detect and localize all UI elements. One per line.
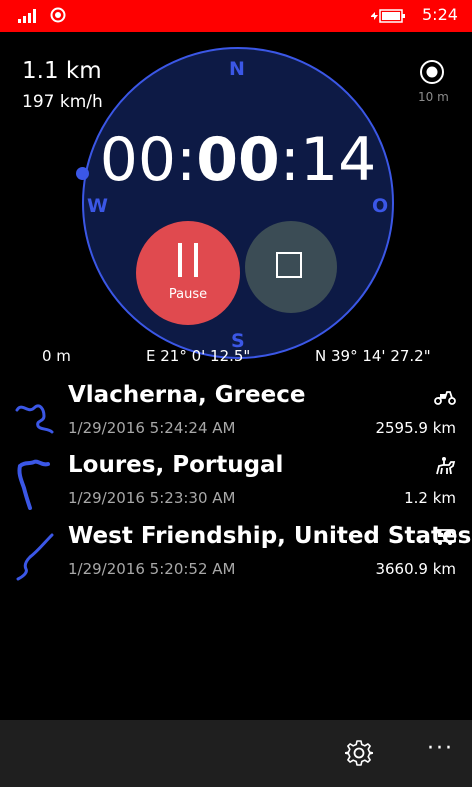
timestamp: 1/29/2016 5:20:52 AM	[68, 560, 236, 578]
timer-seconds: :14	[279, 125, 377, 195]
scooter-icon	[434, 391, 456, 405]
signal-strength-icon	[18, 9, 36, 23]
latitude-readout: N 39° 14' 27.2"	[315, 347, 431, 365]
route-distance: 2595.9 km	[375, 419, 456, 437]
status-bar: 5:24	[0, 0, 472, 32]
route-thumbnail-icon	[15, 404, 54, 434]
elapsed-timer: 00:00:14	[82, 130, 394, 190]
list-item[interactable]: Vlacherna, Greece 1/29/2016 5:24:24 AM 2…	[0, 380, 472, 450]
battery-charging-icon	[371, 9, 405, 23]
altitude-readout: 0 m	[42, 347, 71, 365]
pause-button[interactable]: Pause	[136, 221, 240, 325]
stop-icon	[276, 252, 302, 278]
horse-rider-icon	[436, 457, 456, 475]
timer-hours: 00:	[99, 125, 197, 195]
route-distance: 1.2 km	[404, 489, 456, 507]
list-item[interactable]: West Friendship, United States 1/29/2016…	[0, 521, 472, 591]
stop-button[interactable]	[245, 221, 337, 313]
distance-readout: 1.1 km	[22, 58, 102, 84]
app-bar: ···	[0, 720, 472, 787]
settings-gear-icon[interactable]	[345, 739, 373, 767]
gps-accuracy: 10 m	[418, 90, 449, 104]
route-thumbnail-icon	[17, 459, 50, 510]
more-options-button[interactable]: ···	[427, 736, 454, 761]
longitude-readout: E 21° 0' 12.5"	[146, 347, 251, 365]
route-distance: 3660.9 km	[375, 560, 456, 578]
compass-east: O	[372, 195, 389, 217]
route-thumbnail-icon	[16, 533, 54, 581]
timer-minutes: 00	[196, 125, 280, 195]
pause-icon	[178, 243, 198, 277]
place-name: Vlacherna, Greece	[68, 382, 306, 408]
place-name: Loures, Portugal	[68, 452, 284, 478]
clock: 5:24	[422, 5, 458, 24]
gps-target-icon[interactable]	[418, 58, 446, 86]
compass-west: W	[87, 195, 108, 217]
position-strip: 0 m E 21° 0' 12.5" N 39° 14' 27.2"	[0, 343, 472, 367]
speed-readout: 197 km/h	[22, 92, 103, 112]
compass-dial	[82, 47, 394, 359]
timestamp: 1/29/2016 5:24:24 AM	[68, 419, 236, 437]
place-name: West Friendship, United States	[68, 523, 472, 549]
list-item[interactable]: Loures, Portugal 1/29/2016 5:23:30 AM 1.…	[0, 450, 472, 520]
pause-label: Pause	[168, 287, 208, 302]
compass-north: N	[229, 58, 245, 80]
timestamp: 1/29/2016 5:23:30 AM	[68, 489, 236, 507]
recording-icon	[50, 7, 66, 23]
bus-icon	[434, 529, 456, 545]
